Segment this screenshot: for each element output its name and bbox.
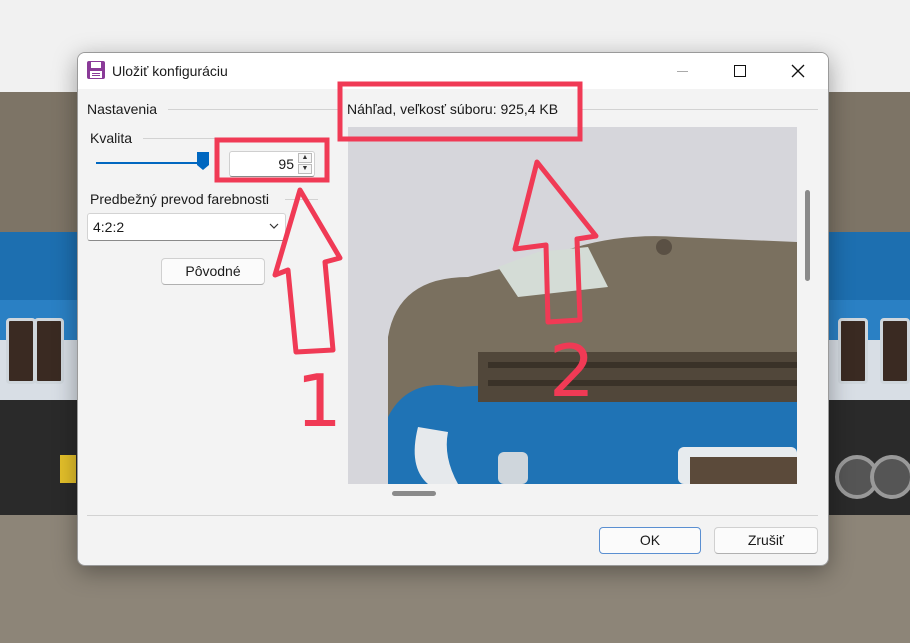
- subsampling-label: Predbežný prevod farebnosti: [90, 191, 269, 207]
- preview-horizontal-scrollbar[interactable]: [392, 491, 436, 496]
- settings-section-label: Nastavenia: [87, 101, 158, 117]
- quality-label: Kvalita: [90, 130, 133, 146]
- close-icon: [791, 64, 805, 78]
- save-floppy-icon: [87, 61, 105, 79]
- preview-vertical-scrollbar[interactable]: [805, 190, 810, 281]
- background-train-window: [880, 318, 910, 384]
- quality-slider[interactable]: [96, 162, 208, 164]
- subsampling-divider: [285, 199, 318, 200]
- dialog-title: Uložiť konfiguráciu: [112, 63, 228, 79]
- background-train-window: [6, 318, 36, 384]
- subsampling-select[interactable]: 4:2:2: [87, 213, 286, 241]
- reset-defaults-button[interactable]: Pôvodné: [161, 258, 265, 285]
- cancel-button[interactable]: Zrušiť: [714, 527, 818, 554]
- annotation-number-1: 1: [296, 359, 342, 443]
- quality-slider-thumb[interactable]: [196, 151, 210, 171]
- background-train-window: [34, 318, 64, 384]
- quality-value[interactable]: 95: [278, 156, 294, 172]
- quality-spinbox[interactable]: 95 ▲ ▼: [229, 151, 315, 177]
- ok-button[interactable]: OK: [599, 527, 701, 554]
- spin-arrows: ▲ ▼: [298, 153, 312, 175]
- close-button[interactable]: [769, 53, 827, 89]
- chevron-down-icon: [269, 223, 279, 229]
- spin-down-button[interactable]: ▼: [298, 164, 312, 174]
- annotation-number-2: 2: [549, 329, 595, 413]
- save-config-dialog: Uložiť konfiguráciu Nastavenia Kvalita 9…: [77, 52, 829, 566]
- settings-divider: [168, 109, 338, 110]
- quality-divider: [143, 138, 318, 139]
- maximize-icon: [734, 65, 746, 77]
- preview-divider: [578, 109, 818, 110]
- footer-divider: [87, 515, 818, 516]
- background-coupler: [60, 455, 76, 483]
- subsampling-value: 4:2:2: [93, 219, 125, 235]
- preview-label: Náhľad, veľkosť súboru: 925,4 KB: [347, 101, 559, 117]
- quality-slider-fill: [96, 162, 203, 164]
- maximize-button[interactable]: [711, 53, 769, 89]
- spin-up-button[interactable]: ▲: [298, 153, 312, 163]
- minimize-button[interactable]: [653, 53, 711, 89]
- title-bar: Uložiť konfiguráciu: [78, 53, 828, 89]
- background-wheel: [870, 455, 910, 499]
- preview-image[interactable]: [348, 127, 797, 484]
- preview-photo: [348, 127, 797, 484]
- background-train-window: [838, 318, 868, 384]
- minimize-icon: [676, 70, 688, 72]
